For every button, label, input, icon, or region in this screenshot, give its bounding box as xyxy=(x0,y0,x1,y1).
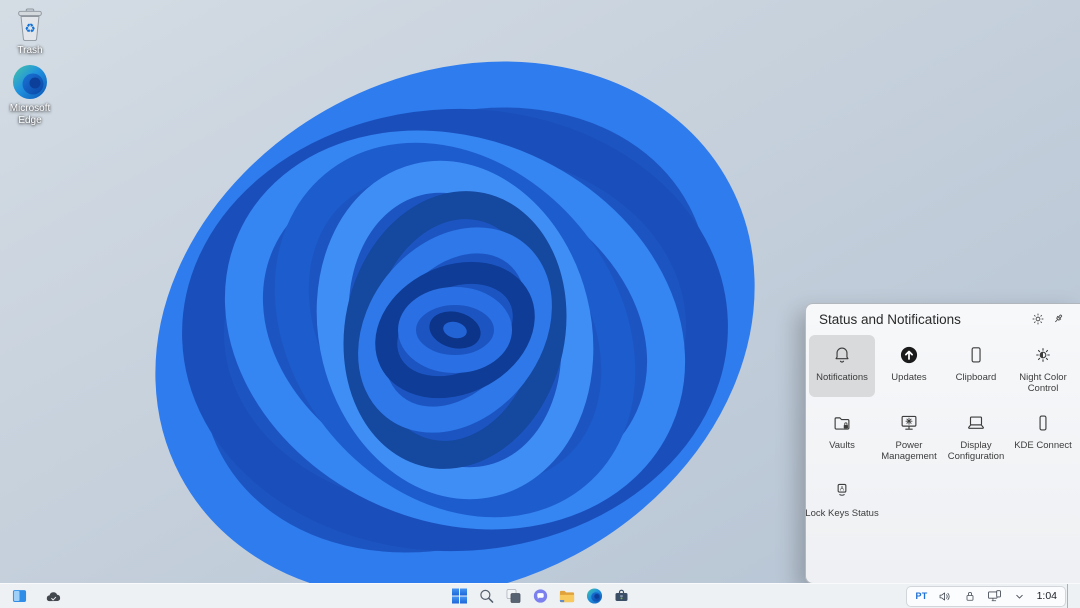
tile-label: KDE Connect xyxy=(1014,440,1072,451)
keyboard-layout-indicator[interactable]: PT xyxy=(915,591,927,601)
sun-half-icon xyxy=(1031,343,1055,367)
pager-widget-button[interactable] xyxy=(6,585,33,607)
recycle-bin-icon: ♻ xyxy=(14,8,46,42)
volume-button[interactable] xyxy=(937,588,953,604)
start-menu-icon xyxy=(451,588,467,604)
smartphone-icon xyxy=(1031,411,1055,435)
svg-text:A: A xyxy=(840,486,844,492)
desktop-icon-trash[interactable]: ♻ Trash xyxy=(7,8,53,57)
taskbar-right-tray: PT xyxy=(906,584,1080,608)
panel-tile-display-configuration[interactable]: Display Configuration xyxy=(943,403,1009,465)
desktop-icon-edge[interactable]: Microsoft Edge xyxy=(7,64,53,126)
cloud-sync-button[interactable] xyxy=(39,585,66,607)
lock-keys-tray-button[interactable] xyxy=(962,588,978,604)
chat-bubble-icon xyxy=(532,588,548,604)
panel-header: Status and Notifications xyxy=(806,304,1080,334)
task-view-button[interactable] xyxy=(500,585,527,607)
volume-icon xyxy=(938,590,952,603)
folder-lock-icon xyxy=(830,411,854,435)
pin-button[interactable] xyxy=(1048,309,1068,329)
pin-icon xyxy=(1051,312,1065,326)
show-desktop-button[interactable] xyxy=(1067,584,1080,608)
panel-tile-vaults[interactable]: Vaults xyxy=(809,403,875,465)
panel-tile-clipboard[interactable]: Clipboard xyxy=(943,335,1009,397)
key-a-icon: A xyxy=(830,479,854,503)
bell-icon xyxy=(830,343,854,367)
status-notifications-panel: Status and Notifications xyxy=(805,303,1080,584)
tile-label: Notifications xyxy=(816,372,868,383)
search-icon xyxy=(478,588,494,604)
panel-tile-notifications[interactable]: Notifications xyxy=(809,335,875,397)
configure-button[interactable] xyxy=(1028,309,1048,329)
clock[interactable]: 1:04 xyxy=(1037,590,1057,602)
panel-title: Status and Notifications xyxy=(819,312,1028,327)
taskbar-center-launchers xyxy=(446,584,635,608)
tile-label: Lock Keys Status xyxy=(805,508,878,519)
cloud-icon xyxy=(45,590,61,603)
folder-icon xyxy=(559,589,576,604)
task-view-icon xyxy=(505,588,521,604)
clipboard-icon xyxy=(964,343,988,367)
tray-expand-button[interactable] xyxy=(1012,588,1028,604)
tile-label: Power Management xyxy=(877,440,941,462)
edge-browser-icon xyxy=(12,64,48,100)
tile-label: Clipboard xyxy=(956,372,997,383)
panel-tile-grid: Notifications Updates Clipboard xyxy=(809,334,1077,538)
search-button[interactable] xyxy=(473,585,500,607)
desktop-icon-label: Trash xyxy=(17,45,42,57)
lock-icon xyxy=(964,590,976,603)
messages-button[interactable] xyxy=(527,585,554,607)
edge-browser-button[interactable] xyxy=(581,585,608,607)
chevron-down-icon xyxy=(1014,591,1025,602)
taskbar-left-widgets xyxy=(6,584,66,608)
tile-label: Vaults xyxy=(829,440,855,451)
tile-label: Display Configuration xyxy=(944,440,1008,462)
panel-tile-kde-connect[interactable]: KDE Connect xyxy=(1010,403,1076,465)
pager-icon xyxy=(12,589,27,603)
arrow-up-circle-icon xyxy=(897,343,921,367)
taskbar: PT xyxy=(0,583,1080,608)
display-connect-icon xyxy=(987,589,1002,603)
file-manager-button[interactable] xyxy=(554,585,581,607)
system-settings-button[interactable] xyxy=(608,585,635,607)
toolbox-icon xyxy=(613,588,629,604)
kde-connect-tray-button[interactable] xyxy=(987,588,1003,604)
tile-label: Updates xyxy=(891,372,926,383)
system-tray[interactable]: PT xyxy=(906,586,1066,607)
panel-tile-lock-keys-status[interactable]: A Lock Keys Status xyxy=(809,471,875,533)
edge-browser-icon xyxy=(586,588,602,604)
panel-tile-power-management[interactable]: Power Management xyxy=(876,403,942,465)
laptop-icon xyxy=(964,411,988,435)
panel-tile-night-color[interactable]: Night Color Control xyxy=(1010,335,1076,397)
panel-tile-updates[interactable]: Updates xyxy=(876,335,942,397)
svg-text:♻: ♻ xyxy=(25,22,36,36)
tile-label: Night Color Control xyxy=(1011,372,1075,394)
desktop-icon-label: Microsoft Edge xyxy=(7,103,53,126)
desktop: ♻ Trash xyxy=(0,0,1080,608)
start-menu-button[interactable] xyxy=(446,585,473,607)
gear-icon xyxy=(1031,312,1045,326)
monitor-brightness-icon xyxy=(897,411,921,435)
